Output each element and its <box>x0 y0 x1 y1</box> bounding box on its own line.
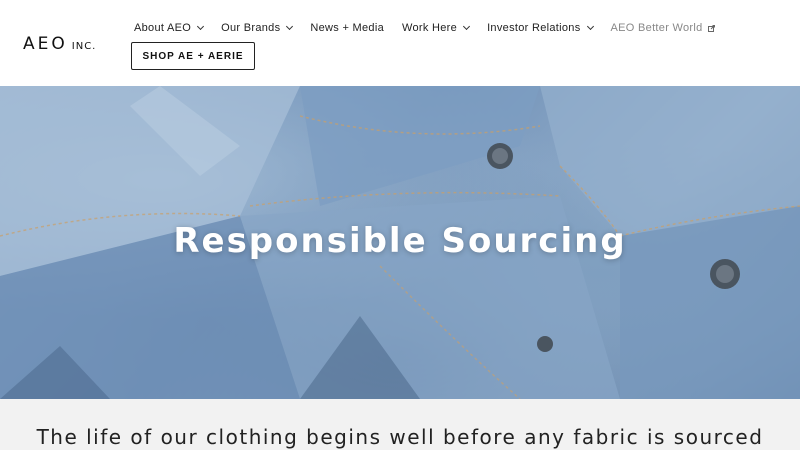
hero-title: Responsible Sourcing <box>173 221 627 261</box>
external-link-icon <box>707 24 715 32</box>
hero-banner: Responsible Sourcing <box>0 86 800 399</box>
intro-section: The life of our clothing begins well bef… <box>0 399 800 450</box>
nav-label: Work Here <box>402 22 458 34</box>
nav-work-here[interactable]: Work Here <box>402 22 471 34</box>
logo-main-text: AEO <box>23 34 68 54</box>
intro-text: The life of our clothing begins well bef… <box>36 425 764 449</box>
aeo-logo[interactable]: AEO INC. <box>23 34 96 54</box>
nav-label: AEO Better World <box>610 22 703 34</box>
nav-our-brands[interactable]: Our Brands <box>221 22 294 34</box>
chevron-down-icon <box>286 22 294 31</box>
nav-about-aeo[interactable]: About AEO <box>134 22 205 34</box>
nav-aeo-better-world[interactable]: AEO Better World <box>611 22 715 34</box>
site-header: AEO INC. About AEO Our Brands News + Med… <box>0 0 800 86</box>
nav-investor-relations[interactable]: Investor Relations <box>487 22 594 34</box>
logo-sub-text: INC. <box>71 41 97 52</box>
nav-label: Investor Relations <box>487 22 581 34</box>
chevron-down-icon <box>586 22 594 31</box>
nav-label: Our Brands <box>221 22 281 34</box>
nav-label: News + Media <box>310 22 384 34</box>
main-nav: About AEO Our Brands News + Media Work H… <box>134 22 733 34</box>
nav-label: About AEO <box>134 22 192 34</box>
shop-ae-aerie-button[interactable]: SHOP AE + AERIE <box>131 42 255 70</box>
nav-news-media[interactable]: News + Media <box>310 22 384 34</box>
chevron-down-icon <box>463 22 471 31</box>
chevron-down-icon <box>197 22 205 31</box>
